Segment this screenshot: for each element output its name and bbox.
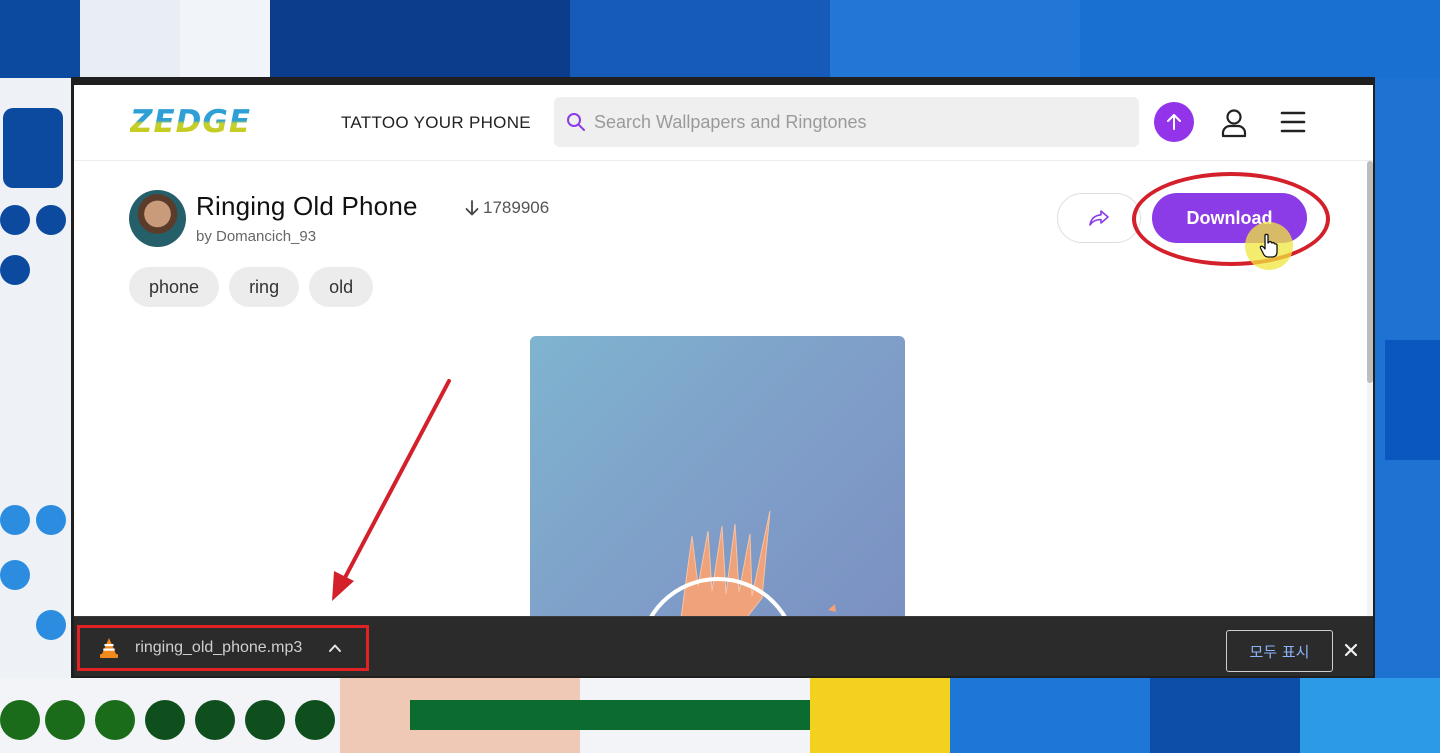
site-tagline: TATTOO YOUR PHONE — [341, 113, 531, 132]
close-icon[interactable] — [1344, 643, 1358, 657]
page-viewport: ZEDGE TATTOO YOUR PHONE Search Wallpaper… — [74, 85, 1373, 676]
download-count: 1789906 — [464, 198, 549, 218]
hamburger-icon[interactable] — [1280, 110, 1306, 134]
site-header: ZEDGE TATTOO YOUR PHONE — [74, 85, 1373, 161]
vlc-cone-icon — [100, 638, 118, 658]
zedge-logo[interactable]: ZEDGE — [130, 107, 251, 138]
page-scrollbar[interactable] — [1367, 161, 1373, 676]
share-button[interactable] — [1057, 193, 1141, 243]
author-link[interactable]: by Domancich_93 — [196, 228, 316, 245]
download-count-value: 1789906 — [483, 198, 550, 217]
show-all-downloads-button[interactable]: 모두 표시 — [1226, 630, 1333, 672]
downloaded-file-name: ringing_old_phone.mp3 — [135, 639, 303, 656]
upload-button[interactable] — [1154, 102, 1194, 142]
search-icon — [567, 113, 585, 131]
hand-cursor-icon — [1259, 233, 1278, 258]
user-icon[interactable] — [1220, 108, 1248, 138]
arrow-up-icon — [1167, 114, 1181, 130]
author-avatar[interactable] — [129, 190, 186, 247]
share-icon — [1089, 210, 1109, 226]
item-title: Ringing Old Phone — [196, 191, 418, 221]
search-input[interactable] — [594, 111, 1134, 133]
browser-window: ZEDGE TATTOO YOUR PHONE Search Wallpaper… — [71, 77, 1375, 678]
annotation-arrow — [332, 379, 451, 601]
tag-old[interactable]: old — [309, 267, 374, 307]
annotation-highlight-ellipse — [1132, 172, 1330, 266]
tag-list: phone ring old — [129, 267, 374, 307]
tag-ring[interactable]: ring — [229, 267, 300, 307]
scrollbar-thumb[interactable] — [1367, 161, 1373, 383]
ringtone-preview-image[interactable] — [530, 336, 905, 626]
chevron-up-icon[interactable] — [328, 641, 342, 655]
search-bar[interactable] — [554, 97, 1139, 147]
tag-phone[interactable]: phone — [129, 267, 220, 307]
downloaded-file-item[interactable]: ringing_old_phone.mp3 — [77, 625, 369, 671]
download-shelf: ringing_old_phone.mp3 모두 표시 — [74, 616, 1373, 676]
arrow-down-icon — [465, 200, 479, 216]
